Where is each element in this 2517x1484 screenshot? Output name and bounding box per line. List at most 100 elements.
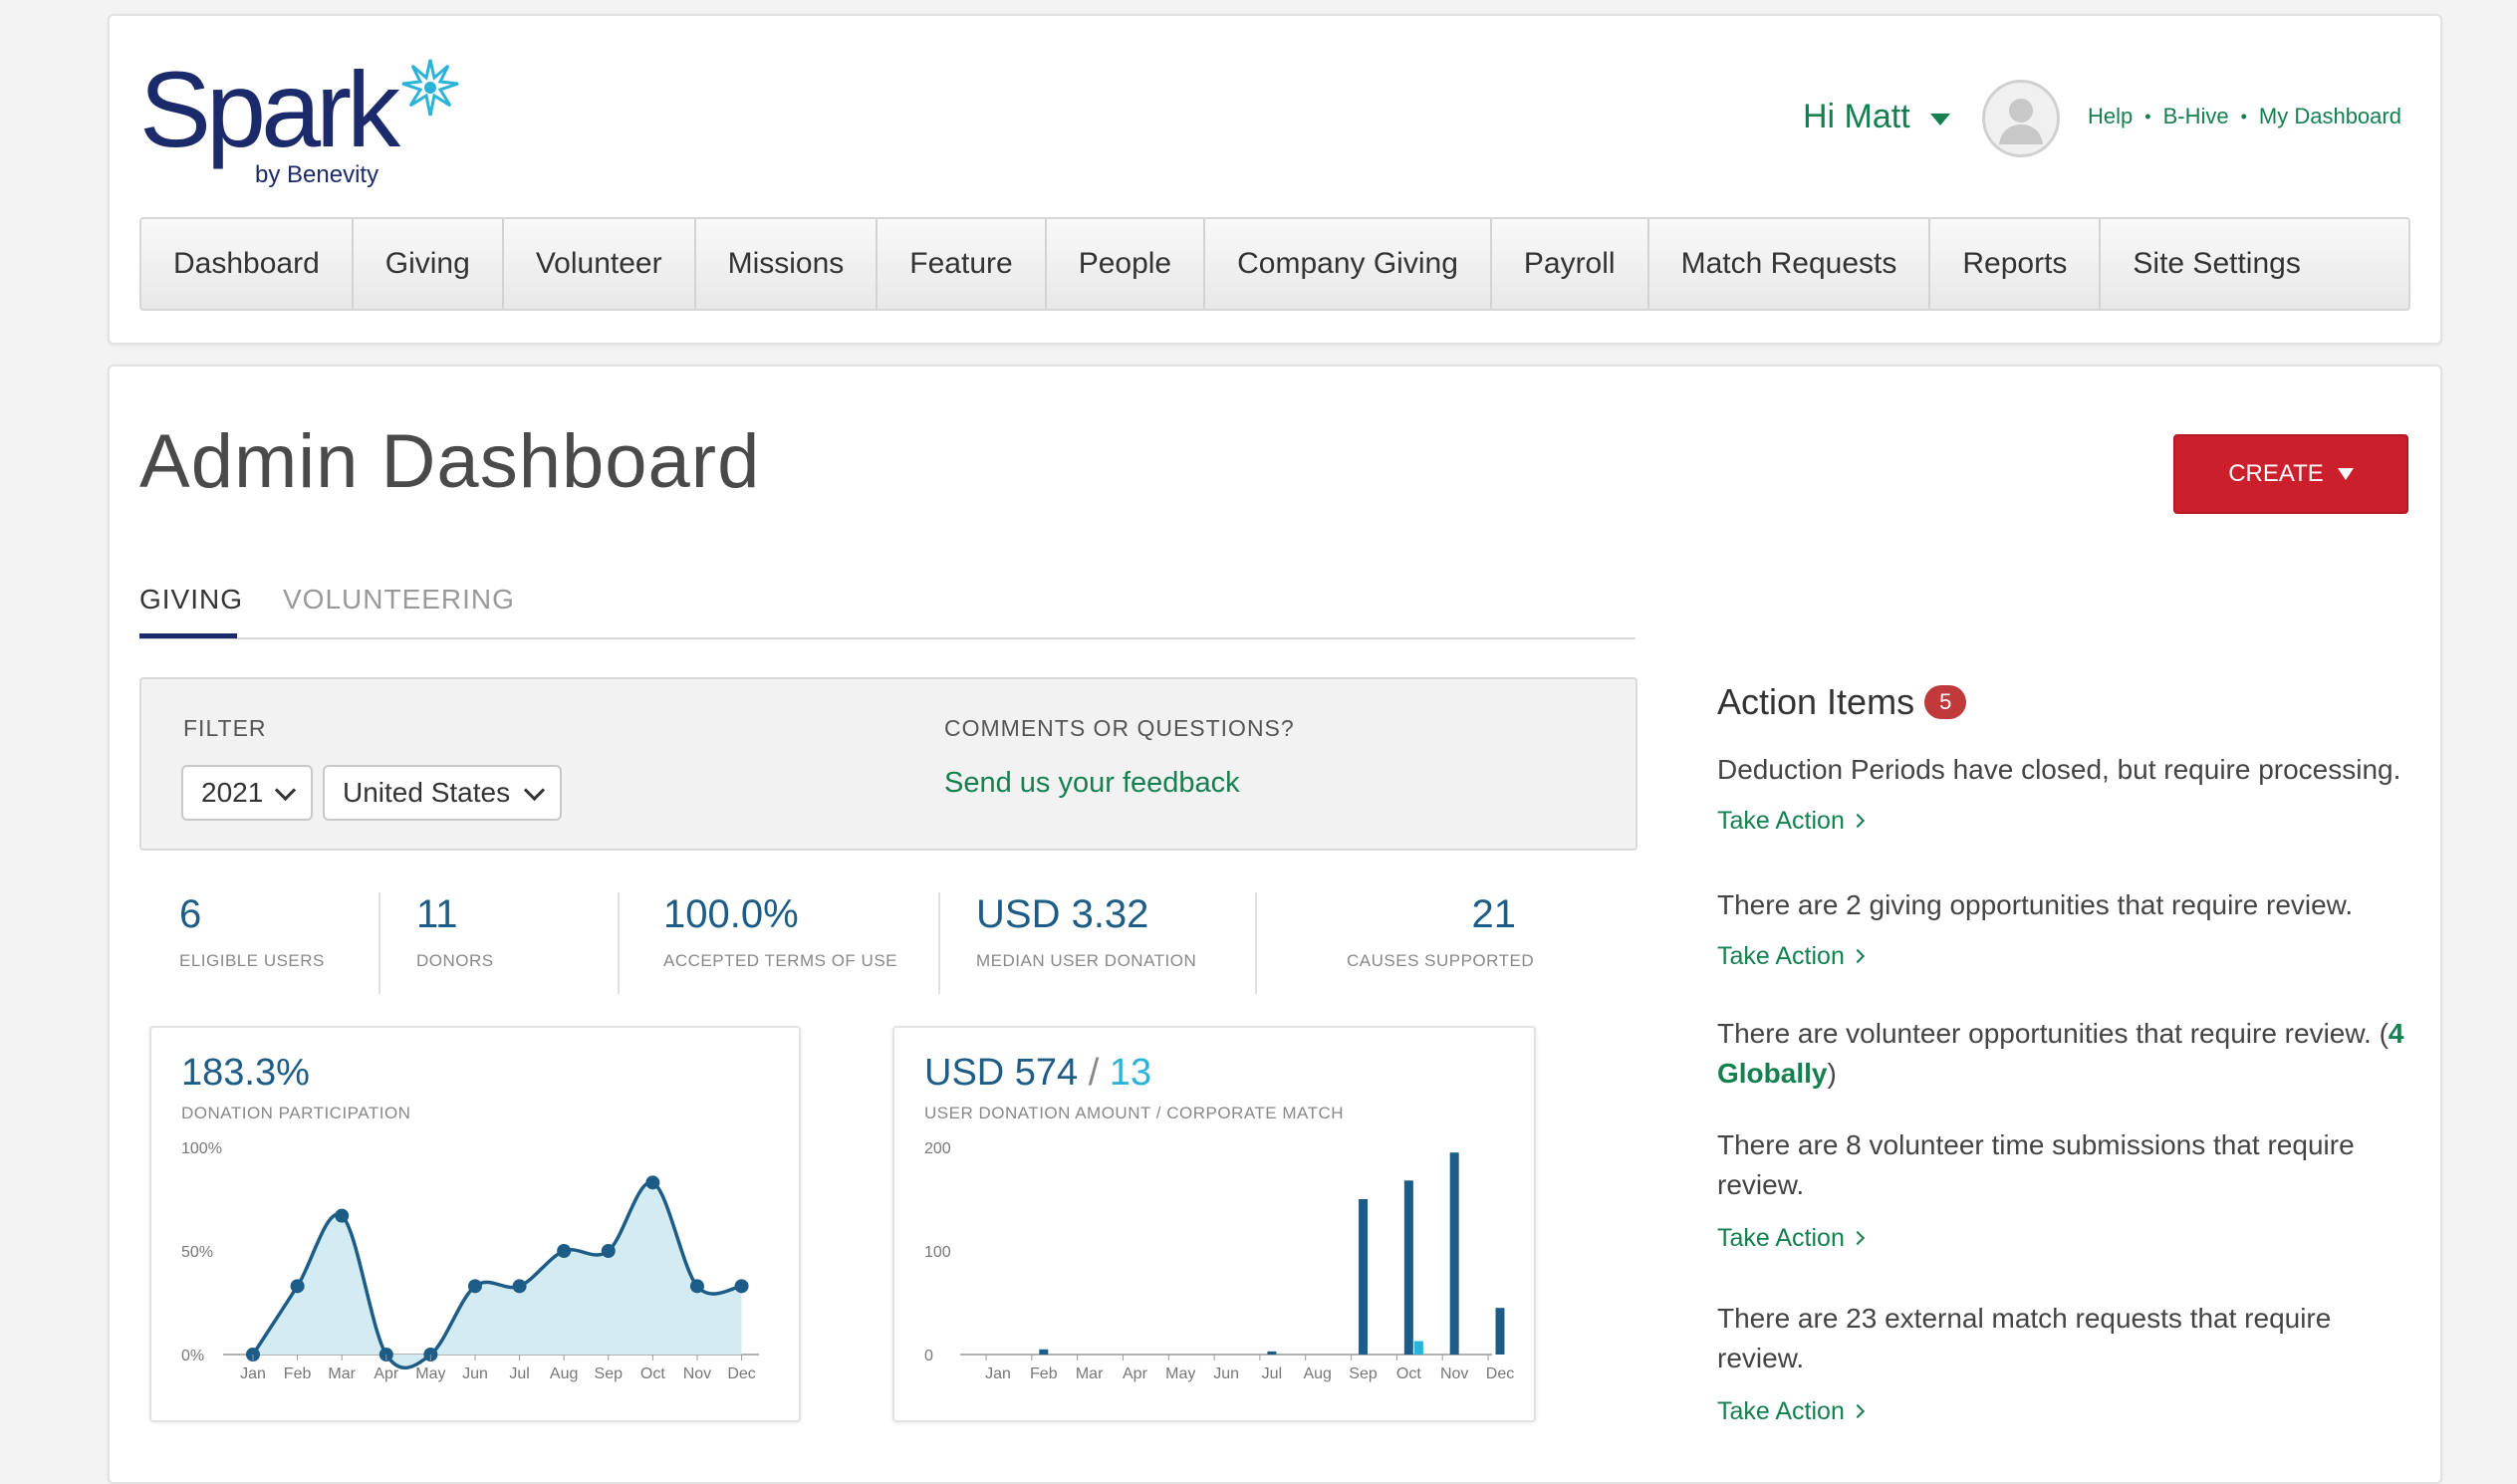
nav-reports[interactable]: Reports xyxy=(1930,219,2102,309)
nav-missions[interactable]: Missions xyxy=(696,219,879,309)
chevron-right-icon xyxy=(1850,1230,1865,1246)
participation-area-chart: 0% 50% 100% Jan Feb Mar Apr May Jun Jul Aug Sep Oct N… xyxy=(181,1140,759,1382)
participation-subtitle: DONATION PARTICIPATION xyxy=(181,1104,411,1122)
stat-value: 100.0% xyxy=(663,892,799,936)
x-tick-label: Apr xyxy=(374,1365,399,1382)
nav-volunteer[interactable]: Volunteer xyxy=(504,219,696,309)
stat-divider xyxy=(938,892,940,994)
help-link[interactable]: Help xyxy=(2088,104,2133,129)
y-tick-label: 0 xyxy=(924,1348,933,1364)
take-action-link[interactable]: Take Action xyxy=(1717,807,1865,835)
stat-causes-supported: 21 CAUSES SUPPORTED xyxy=(1347,892,1534,994)
data-point xyxy=(557,1244,572,1258)
create-button[interactable]: CREATE xyxy=(2173,434,2408,514)
nav-people[interactable]: People xyxy=(1047,219,1206,309)
take-action-link[interactable]: Take Action xyxy=(1717,1397,1865,1425)
participation-chart-card: 183.3% DONATION PARTICIPATION 0% 50% 100% J… xyxy=(149,1026,801,1422)
take-action-link[interactable]: Take Action xyxy=(1717,1224,1865,1252)
donation-amount: USD 574 xyxy=(924,1052,1079,1094)
dashboard-tabs: GIVING VOLUNTEERING xyxy=(139,578,1636,639)
donation-headline: USD 574 / 13 xyxy=(924,1052,1151,1095)
take-action-label: Take Action xyxy=(1717,942,1845,970)
donation-subtitle: USER DONATION AMOUNT / CORPORATE MATCH xyxy=(924,1104,1345,1122)
x-tick-label: Nov xyxy=(683,1365,711,1382)
caret-down-icon xyxy=(2337,468,2354,480)
user-avatar-icon xyxy=(1999,99,2043,144)
logo-star-icon xyxy=(401,59,459,117)
data-point xyxy=(601,1244,616,1258)
action-item: There are 8 volunteer time submissions t… xyxy=(1717,1125,2414,1258)
page-title: Admin Dashboard xyxy=(139,419,761,504)
action-item-text: Deduction Periods have closed, but requi… xyxy=(1717,754,2401,785)
tab-giving[interactable]: GIVING xyxy=(139,584,243,616)
filter-panel: FILTER 2021 United States COMMENTS OR QU… xyxy=(139,677,1637,851)
donation-chart-card: USD 574 / 13 USER DONATION AMOUNT / CORP… xyxy=(892,1026,1536,1422)
y-tick-label: 100 xyxy=(924,1244,951,1261)
x-tick-label: Dec xyxy=(727,1365,755,1382)
action-item-text: There are volunteer opportunities that r… xyxy=(1717,1018,2389,1049)
data-point xyxy=(512,1279,527,1294)
y-tick-label: 200 xyxy=(924,1140,951,1157)
x-tick-label: Jan xyxy=(240,1365,266,1382)
stat-divider xyxy=(618,892,620,994)
take-action-link[interactable]: Take Action xyxy=(1717,942,1865,970)
header-card: Spark by Benevity Hi Matt Help • B-Hive … xyxy=(108,14,2442,345)
nav-site-settings[interactable]: Site Settings xyxy=(2101,219,2332,309)
data-point xyxy=(645,1175,660,1190)
x-tick-label: Jul xyxy=(1262,1365,1282,1382)
bhive-link[interactable]: B-Hive xyxy=(2163,104,2229,129)
user-menu[interactable]: Hi Matt xyxy=(1803,98,1950,136)
stat-value: 6 xyxy=(179,892,202,936)
action-item-text: There are 2 giving opportunities that re… xyxy=(1717,889,2354,920)
country-value: United States xyxy=(343,777,511,808)
x-tick-label: Jan xyxy=(985,1365,1011,1382)
take-action-label: Take Action xyxy=(1717,1397,1845,1425)
stat-value: 11 xyxy=(416,892,458,936)
feedback-link[interactable]: Send us your feedback xyxy=(944,767,1240,800)
nav-match-requests[interactable]: Match Requests xyxy=(1649,219,1931,309)
stat-donors: 11 DONORS xyxy=(416,892,494,994)
chevron-down-icon xyxy=(523,779,546,801)
bar xyxy=(1495,1308,1505,1355)
action-item: There are 23 external match requests tha… xyxy=(1717,1299,2414,1431)
donation-bar-chart: 0 100 200 Jan Feb Mar Apr May Jun Jul Aug Sep Oct Nov… xyxy=(924,1140,1514,1382)
stat-divider xyxy=(378,892,380,994)
nav-feature[interactable]: Feature xyxy=(878,219,1047,309)
bar xyxy=(1413,1341,1423,1355)
nav-company-giving[interactable]: Company Giving xyxy=(1205,219,1492,309)
chevron-down-icon xyxy=(274,779,297,801)
x-tick-label: May xyxy=(1165,1365,1195,1382)
action-item-text: ) xyxy=(1827,1058,1837,1089)
action-item: There are 2 giving opportunities that re… xyxy=(1717,880,2414,981)
chevron-right-icon xyxy=(1850,1403,1865,1419)
nav-payroll[interactable]: Payroll xyxy=(1492,219,1649,309)
stat-value: 21 xyxy=(1471,892,1517,936)
nav-giving[interactable]: Giving xyxy=(354,219,504,309)
bar xyxy=(1403,1180,1413,1355)
x-tick-label: Jun xyxy=(462,1365,488,1382)
stat-divider xyxy=(1255,892,1257,994)
avatar[interactable] xyxy=(1982,80,2060,157)
data-point xyxy=(689,1279,704,1294)
bar xyxy=(1039,1349,1049,1355)
stat-accepted-terms: 100.0% ACCEPTED TERMS OF USE xyxy=(663,892,897,994)
top-links: Help • B-Hive • My Dashboard xyxy=(2088,104,2401,129)
spark-logo[interactable]: Spark by Benevity xyxy=(139,56,459,188)
x-tick-label: Oct xyxy=(1396,1365,1421,1382)
nav-dashboard[interactable]: Dashboard xyxy=(141,219,354,309)
x-tick-label: Apr xyxy=(1123,1365,1148,1382)
main-nav: Dashboard Giving Volunteer Missions Feat… xyxy=(139,217,2410,311)
x-tick-label: Jul xyxy=(509,1365,529,1382)
action-items-count-badge: 5 xyxy=(1924,685,1967,719)
x-tick-label: Aug xyxy=(1303,1365,1331,1382)
my-dashboard-link[interactable]: My Dashboard xyxy=(2259,104,2401,129)
participation-headline: 183.3% xyxy=(181,1052,310,1094)
stat-median-donation: USD 3.32 MEDIAN USER DONATION xyxy=(976,892,1196,994)
filter-label: FILTER xyxy=(183,715,267,741)
country-select[interactable]: United States xyxy=(323,765,562,821)
stats-row: 6 ELIGIBLE USERS 11 DONORS 100.0% ACCEPT… xyxy=(139,892,1634,1002)
link-separator: • xyxy=(2240,106,2247,126)
year-select[interactable]: 2021 xyxy=(181,765,313,821)
x-tick-label: Sep xyxy=(1349,1365,1378,1382)
tab-volunteering[interactable]: VOLUNTEERING xyxy=(283,584,515,616)
